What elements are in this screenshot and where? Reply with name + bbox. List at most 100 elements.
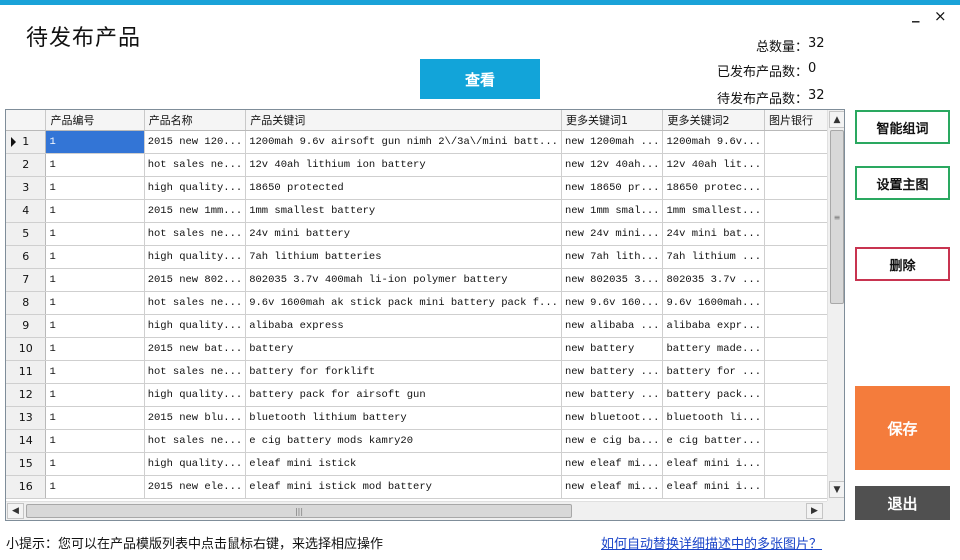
row-header[interactable]: 9 [6, 314, 47, 338]
cell-product-name[interactable]: high quality... [144, 245, 247, 269]
table-row[interactable]: 1 1 2015 new 120... 1200mah 9.6v airsoft gu… [6, 130, 844, 154]
scroll-left-icon[interactable]: ◀ [7, 503, 24, 519]
cell-product-name[interactable]: 2015 new bat... [144, 337, 247, 361]
cell-product-keywords[interactable]: 24v mini battery [245, 222, 562, 246]
table-row[interactable]: 10 1 2015 new bat... battery new battery batt… [6, 337, 844, 361]
scroll-down-icon[interactable]: ▼ [829, 481, 844, 498]
table-row[interactable]: 3 1 high quality... 18650 protected new 1865… [6, 176, 844, 200]
cell-product-keywords[interactable]: 1mm smallest battery [245, 199, 562, 223]
cell-more-keywords-1[interactable]: new battery ... [561, 383, 664, 407]
cell-more-keywords-1[interactable]: new 18650 pr... [561, 176, 664, 200]
cell-product-name[interactable]: high quality... [144, 176, 247, 200]
cell-product-name[interactable]: 2015 new ele... [144, 475, 247, 499]
cell-product-name[interactable]: 2015 new 802... [144, 268, 247, 292]
table-row[interactable]: 16 1 2015 new ele... eleaf mini istick mod … [6, 475, 844, 499]
table-row[interactable]: 9 1 high quality... alibaba express new alib… [6, 314, 844, 338]
cell-more-keywords-1[interactable]: new 1mm smal... [561, 199, 664, 223]
row-header[interactable]: 3 [6, 176, 47, 200]
row-header[interactable]: 6 [6, 245, 47, 269]
close-icon[interactable]: × [934, 7, 947, 25]
cell-more-keywords-1[interactable]: new alibaba ... [561, 314, 664, 338]
row-header[interactable]: 7 [6, 268, 47, 292]
smart-keywords-button[interactable]: 智能组词 [855, 110, 950, 144]
cell-more-keywords-2[interactable]: 12v 40ah lit... [662, 153, 765, 177]
cell-product-id[interactable]: 1 [45, 268, 145, 292]
scroll-right-icon[interactable]: ▶ [806, 503, 823, 519]
cell-more-keywords-1[interactable]: new 24v mini... [561, 222, 664, 246]
cell-product-id[interactable]: 1 [45, 383, 145, 407]
table-row[interactable]: 12 1 high quality... battery pack for airso… [6, 383, 844, 407]
cell-more-keywords-2[interactable]: 802035 3.7v ... [662, 268, 765, 292]
cell-product-keywords[interactable]: 802035 3.7v 400mah li-ion polymer batter… [245, 268, 562, 292]
row-header[interactable]: 8 [6, 291, 47, 315]
cell-product-name[interactable]: high quality... [144, 383, 247, 407]
row-header[interactable]: 5 [6, 222, 47, 246]
exit-button[interactable]: 退出 [855, 486, 950, 520]
cell-product-name[interactable]: high quality... [144, 452, 247, 476]
cell-product-name[interactable]: hot sales ne... [144, 360, 247, 384]
cell-more-keywords-2[interactable]: battery pack... [662, 383, 765, 407]
cell-product-name[interactable]: 2015 new blu... [144, 406, 247, 430]
cell-more-keywords-1[interactable]: new eleaf mi... [561, 452, 664, 476]
cell-more-keywords-2[interactable]: 24v mini bat... [662, 222, 765, 246]
table-row[interactable]: 2 1 hot sales ne... 12v 40ah lithium ion ba… [6, 153, 844, 177]
cell-product-name[interactable]: hot sales ne... [144, 429, 247, 453]
cell-more-keywords-1[interactable]: new 1200mah ... [561, 130, 664, 154]
cell-product-id[interactable]: 1 [45, 429, 145, 453]
cell-product-name[interactable]: high quality... [144, 314, 247, 338]
horizontal-scrollbar[interactable]: ◀ ||| ▶ [6, 501, 827, 520]
cell-more-keywords-2[interactable]: 7ah lithium ... [662, 245, 765, 269]
delete-button[interactable]: 删除 [855, 247, 950, 281]
cell-more-keywords-1[interactable]: new 12v 40ah... [561, 153, 664, 177]
cell-product-id[interactable]: 1 [45, 199, 145, 223]
column-header-product-id[interactable]: 产品编号 [45, 110, 145, 131]
row-header[interactable]: 16 [6, 475, 47, 499]
cell-more-keywords-2[interactable]: eleaf mini i... [662, 475, 765, 499]
cell-more-keywords-1[interactable]: new e cig ba... [561, 429, 664, 453]
cell-product-keywords[interactable]: bluetooth lithium battery [245, 406, 562, 430]
cell-product-keywords[interactable]: battery for forklift [245, 360, 562, 384]
table-row[interactable]: 11 1 hot sales ne... battery for forklift ne… [6, 360, 844, 384]
row-header[interactable]: 15 [6, 452, 47, 476]
cell-product-id[interactable]: 1 [45, 176, 145, 200]
cell-more-keywords-1[interactable]: new 7ah lith... [561, 245, 664, 269]
cell-product-id[interactable]: 1 [45, 314, 145, 338]
table-row[interactable]: 13 1 2015 new blu... bluetooth lithium batt… [6, 406, 844, 430]
cell-product-id[interactable]: 1 [45, 153, 145, 177]
row-header[interactable]: 4 [6, 199, 47, 223]
cell-product-keywords[interactable]: e cig battery mods kamry20 [245, 429, 562, 453]
row-header[interactable]: 14 [6, 429, 47, 453]
cell-product-id[interactable]: 1 [45, 406, 145, 430]
table-row[interactable]: 8 1 hot sales ne... 9.6v 1600mah ak stick p… [6, 291, 844, 315]
cell-product-name[interactable]: 2015 new 1mm... [144, 199, 247, 223]
cell-product-id[interactable]: 1 [45, 360, 145, 384]
column-header-more-keywords-2[interactable]: 更多关键词2 [662, 110, 765, 131]
column-header-product-keywords[interactable]: 产品关键词 [245, 110, 562, 131]
row-header[interactable]: 12 [6, 383, 47, 407]
cell-product-keywords[interactable]: 1200mah 9.6v airsoft gun nimh 2\/3a\/min… [245, 130, 562, 154]
row-header[interactable]: 2 [6, 153, 47, 177]
table-row[interactable]: 14 1 hot sales ne... e cig battery mods kam… [6, 429, 844, 453]
vertical-scrollbar[interactable]: ▲ ≡ ▼ [827, 110, 844, 501]
table-row[interactable]: 15 1 high quality... eleaf mini istick new e… [6, 452, 844, 476]
cell-product-id[interactable]: 1 [45, 337, 145, 361]
cell-product-keywords[interactable]: battery [245, 337, 562, 361]
cell-product-keywords[interactable]: 7ah lithium batteries [245, 245, 562, 269]
save-button[interactable]: 保存 [855, 386, 950, 470]
cell-product-id[interactable]: 1 [45, 222, 145, 246]
cell-product-keywords[interactable]: eleaf mini istick mod battery [245, 475, 562, 499]
cell-product-keywords[interactable]: battery pack for airsoft gun [245, 383, 562, 407]
cell-more-keywords-2[interactable]: 1mm smallest... [662, 199, 765, 223]
column-header-product-name[interactable]: 产品名称 [144, 110, 247, 131]
row-header[interactable]: 1 [6, 130, 47, 154]
cell-more-keywords-1[interactable]: new 802035 3... [561, 268, 664, 292]
column-header-more-keywords-1[interactable]: 更多关键词1 [561, 110, 664, 131]
cell-product-keywords[interactable]: 12v 40ah lithium ion battery [245, 153, 562, 177]
cell-more-keywords-2[interactable]: battery for ... [662, 360, 765, 384]
cell-product-name[interactable]: hot sales ne... [144, 222, 247, 246]
cell-more-keywords-2[interactable]: 1200mah 9.6v... [662, 130, 765, 154]
cell-more-keywords-2[interactable]: e cig batter... [662, 429, 765, 453]
cell-more-keywords-2[interactable]: 18650 protec... [662, 176, 765, 200]
cell-product-id[interactable]: 1 [45, 130, 145, 154]
table-row[interactable]: 7 1 2015 new 802... 802035 3.7v 400mah li-i… [6, 268, 844, 292]
